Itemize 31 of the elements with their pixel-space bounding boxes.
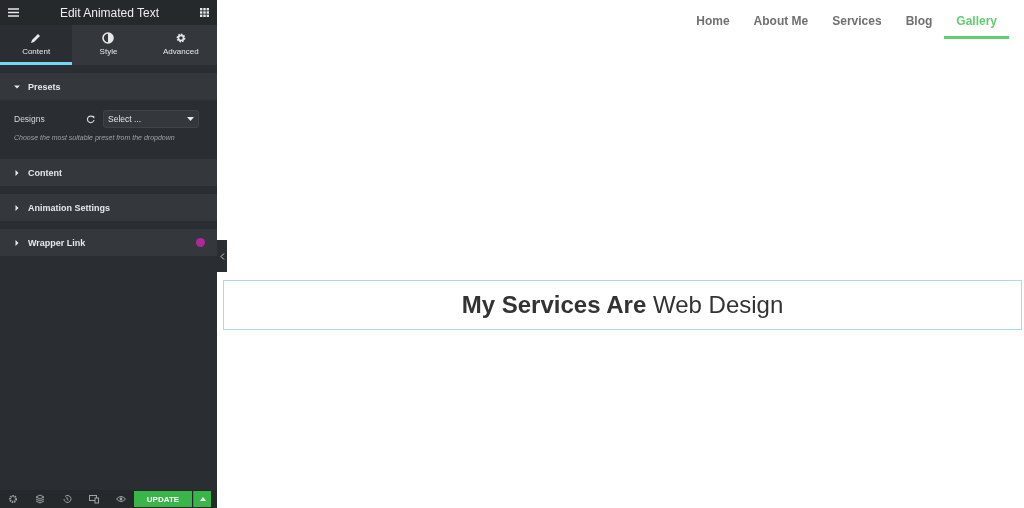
layers-icon[interactable] xyxy=(35,494,46,504)
designs-dropdown[interactable]: Select ... xyxy=(103,110,199,128)
pencil-icon xyxy=(30,31,43,44)
eye-icon[interactable] xyxy=(115,494,126,504)
grid-icon[interactable] xyxy=(200,8,209,17)
caret-right-icon xyxy=(14,204,20,211)
reset-icon[interactable] xyxy=(86,114,95,124)
nav-link[interactable]: About Me xyxy=(741,2,821,39)
caret-right-icon xyxy=(14,169,20,176)
gear-icon xyxy=(174,31,187,44)
history-icon[interactable] xyxy=(62,494,72,504)
collapse-panel-handle[interactable] xyxy=(217,240,227,272)
chevron-left-icon xyxy=(219,252,225,260)
panel-title: Edit Animated Text xyxy=(59,5,160,20)
caret-down-icon xyxy=(14,83,20,90)
settings-icon[interactable] xyxy=(8,494,19,504)
contrast-icon xyxy=(102,31,115,44)
caret-down-icon xyxy=(187,117,194,121)
nav-link[interactable]: Home xyxy=(684,2,742,39)
caret-up-icon xyxy=(199,497,206,501)
field-label: Designs xyxy=(14,114,46,124)
pro-badge-icon xyxy=(196,238,205,247)
update-options-button[interactable] xyxy=(193,491,211,507)
headline: My Services Are Web Design xyxy=(461,291,784,319)
menu-icon[interactable] xyxy=(8,8,19,17)
nav-link[interactable]: Services xyxy=(820,2,894,39)
nav-link[interactable]: Blog xyxy=(893,2,945,39)
caret-right-icon xyxy=(14,239,20,246)
panel-tab[interactable]: Content xyxy=(0,25,73,65)
headline-widget[interactable]: My Services Are Web Design xyxy=(223,280,1022,330)
responsive-icon[interactable] xyxy=(88,494,99,504)
